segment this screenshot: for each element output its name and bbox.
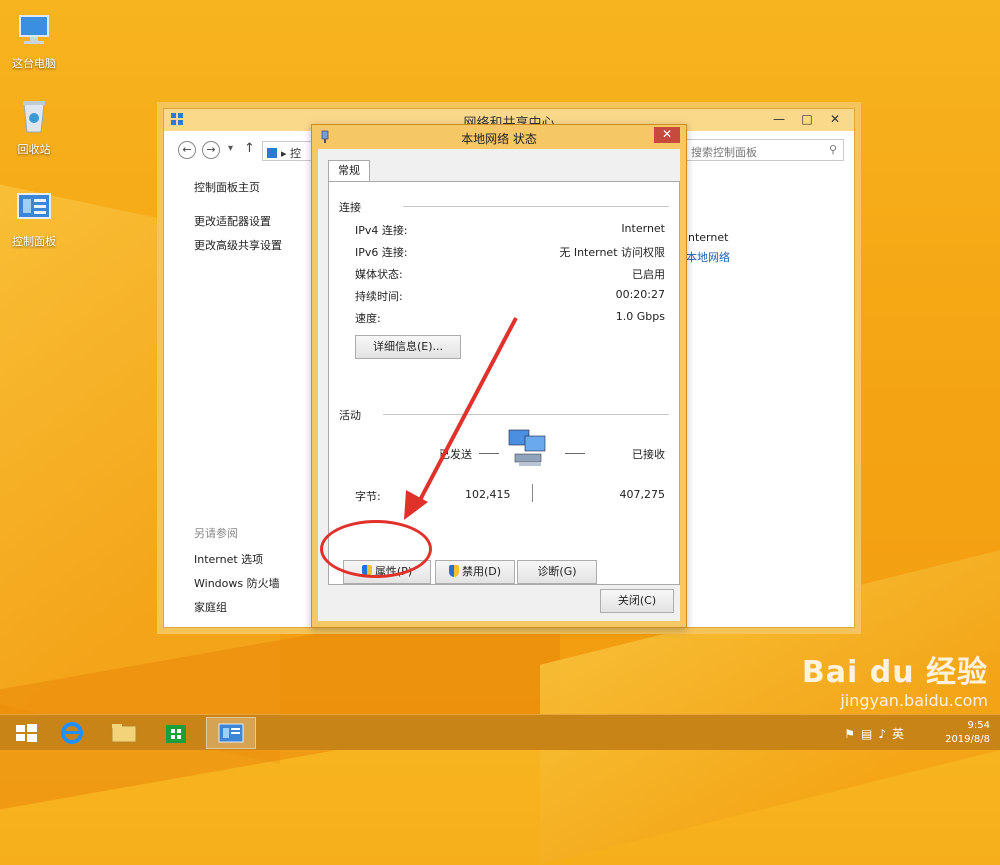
taskbar-control-panel[interactable] — [206, 717, 256, 749]
start-button[interactable] — [4, 717, 48, 749]
clock-date: 2019/8/8 — [945, 734, 990, 745]
flag-icon[interactable]: ⚑ — [844, 727, 861, 741]
taskbar-file-explorer[interactable] — [102, 717, 146, 749]
taskbar-internet-explorer[interactable] — [50, 717, 94, 749]
internet-explorer-icon — [61, 722, 83, 744]
network-tray-icon[interactable]: ▤ — [861, 727, 878, 741]
taskbar: ⚑▤♪英 9:54 2019/8/8 — [0, 714, 1000, 750]
clock[interactable]: 9:54 2019/8/8 — [945, 719, 990, 747]
volume-icon[interactable]: ♪ — [878, 727, 892, 741]
baidu-watermark: Bai du 经验 jingyan.baidu.com — [802, 647, 988, 710]
folder-icon — [111, 724, 137, 743]
taskbar-store[interactable] — [154, 717, 198, 749]
annotation-arrow — [404, 317, 518, 520]
control-panel-icon — [218, 723, 244, 743]
windows-logo-icon — [16, 724, 37, 742]
watermark-logo-text: Bai du 经验 — [801, 655, 988, 690]
watermark-url: jingyan.baidu.com — [840, 691, 988, 710]
system-tray-icons[interactable]: ⚑▤♪英 — [844, 725, 910, 742]
ime-indicator[interactable]: 英 — [892, 727, 910, 741]
clock-time: 9:54 — [967, 720, 990, 731]
store-icon — [166, 725, 186, 743]
